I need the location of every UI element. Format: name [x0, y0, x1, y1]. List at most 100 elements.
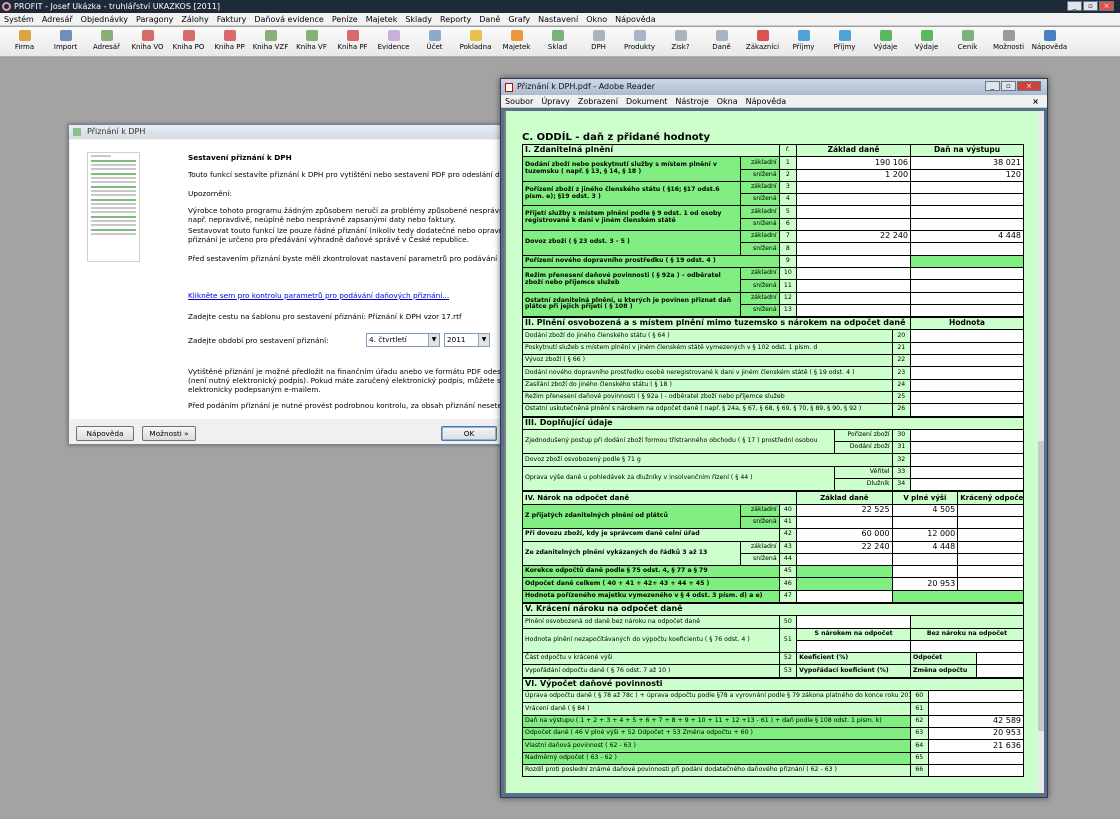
toolbar-button[interactable]: Majetek: [496, 27, 537, 56]
tax-value[interactable]: [910, 279, 1024, 293]
chevron-down-icon[interactable]: ▼: [478, 334, 489, 346]
row-34-value[interactable]: [910, 478, 1024, 492]
row-42-base[interactable]: 60 000: [796, 528, 893, 542]
tax-value[interactable]: [910, 266, 1024, 281]
tax-value[interactable]: [910, 205, 1024, 219]
toolbar-button[interactable]: Import: [45, 27, 86, 56]
menu-item[interactable]: Systém: [0, 13, 38, 26]
row-value[interactable]: [910, 329, 1024, 343]
toolbar-button[interactable]: Evidence: [373, 27, 414, 56]
toolbar-button[interactable]: Příjmy: [783, 27, 824, 56]
toolbar-button[interactable]: Ceník: [947, 27, 988, 56]
menu-item[interactable]: Zálohy: [177, 13, 212, 26]
document-viewport[interactable]: C. ODDÍL - daň z přidané hodnoty I. Zdan…: [504, 111, 1040, 793]
row-43-reduced[interactable]: [957, 540, 1024, 554]
restore-icon[interactable]: ▫: [1083, 1, 1098, 11]
menu-item[interactable]: Grafy: [504, 13, 534, 26]
toolbar-button[interactable]: Příjmy: [824, 27, 865, 56]
base-value[interactable]: 190 106: [796, 156, 912, 170]
row-32-value[interactable]: [910, 453, 1024, 467]
reader-menu-item[interactable]: Okna: [713, 97, 742, 106]
toolbar-button[interactable]: Výdaje: [865, 27, 906, 56]
row-53-value[interactable]: [975, 664, 1025, 678]
base-value[interactable]: [796, 193, 912, 207]
restore-icon[interactable]: ▫: [1001, 81, 1016, 91]
row-33-value[interactable]: [910, 465, 1024, 480]
tax-value[interactable]: [910, 291, 1024, 305]
toolbar-button[interactable]: Nápověda: [1029, 27, 1070, 56]
row-value[interactable]: 21 636: [927, 739, 1024, 753]
options-button[interactable]: Možnosti »: [142, 426, 196, 441]
row-44-reduced[interactable]: [957, 552, 1024, 567]
reader-menu-item[interactable]: Soubor: [501, 97, 537, 106]
row-value[interactable]: [927, 763, 1024, 778]
toolbar-button[interactable]: Možnosti: [988, 27, 1029, 56]
reader-menu-item[interactable]: Nástroje: [671, 97, 712, 106]
tax-value[interactable]: [910, 242, 1024, 256]
row-40-reduced[interactable]: [957, 503, 1024, 517]
row-41-base[interactable]: [796, 515, 893, 530]
parameters-link[interactable]: Klikněte sem pro kontrolu parametrů pro …: [188, 291, 506, 300]
row-42-reduced[interactable]: [957, 528, 1024, 542]
row-42-full[interactable]: 12 000: [891, 528, 959, 542]
reader-menu-item[interactable]: Úpravy: [537, 97, 574, 106]
scrollbar-thumb[interactable]: [1038, 441, 1044, 731]
row-value[interactable]: [927, 702, 1024, 716]
menu-item[interactable]: Majetek: [362, 13, 402, 26]
row-44-full[interactable]: [891, 552, 959, 567]
row-51-value-b[interactable]: [910, 639, 1024, 654]
ok-button[interactable]: OK: [441, 426, 497, 441]
base-value[interactable]: [796, 254, 912, 268]
menu-item[interactable]: Sklady: [401, 13, 436, 26]
toolbar-button[interactable]: Zisk?: [660, 27, 701, 56]
row-45-full[interactable]: [891, 565, 959, 579]
base-value[interactable]: [796, 205, 912, 219]
menu-item[interactable]: Objednávky: [77, 13, 132, 26]
toolbar-button[interactable]: Kniha PF: [332, 27, 373, 56]
menu-item[interactable]: Nastavení: [534, 13, 582, 26]
close-document-icon[interactable]: ×: [1028, 95, 1043, 108]
tax-value[interactable]: 120: [910, 168, 1024, 182]
row-44-base[interactable]: [796, 552, 893, 567]
row-40-full[interactable]: 4 505: [891, 503, 959, 517]
row-43-base[interactable]: 22 240: [796, 540, 893, 554]
menu-item[interactable]: Paragony: [132, 13, 177, 26]
tax-value[interactable]: 38 021: [910, 156, 1024, 170]
toolbar-button[interactable]: DPH: [578, 27, 619, 56]
row-43-full[interactable]: 4 448: [891, 540, 959, 554]
row-31-value[interactable]: [910, 441, 1024, 455]
row-45-reduced[interactable]: [957, 565, 1024, 579]
base-value[interactable]: [796, 303, 912, 318]
row-41-full[interactable]: [891, 515, 959, 530]
toolbar-button[interactable]: Kniha PO: [168, 27, 209, 56]
row-50-value[interactable]: [796, 615, 912, 629]
base-value[interactable]: [796, 180, 912, 195]
reader-menu-item[interactable]: Nápověda: [742, 97, 791, 106]
toolbar-button[interactable]: Pokladna: [455, 27, 496, 56]
minimize-icon[interactable]: _: [985, 81, 1000, 91]
tax-value[interactable]: [910, 217, 1024, 232]
reader-menu-item[interactable]: Zobrazení: [574, 97, 622, 106]
row-value[interactable]: [927, 690, 1024, 704]
row-value[interactable]: [910, 366, 1024, 380]
base-value[interactable]: [796, 279, 912, 293]
tax-value[interactable]: [910, 193, 1024, 207]
row-value[interactable]: [910, 378, 1024, 392]
menu-item[interactable]: Okno: [582, 13, 611, 26]
menu-item[interactable]: Faktury: [213, 13, 251, 26]
tax-value[interactable]: [910, 180, 1024, 195]
row-51-value-a[interactable]: [796, 639, 912, 654]
toolbar-button[interactable]: Sklad: [537, 27, 578, 56]
row-47-base[interactable]: [796, 589, 893, 603]
toolbar-button[interactable]: Firma: [4, 27, 45, 56]
toolbar-button[interactable]: Produkty: [619, 27, 660, 56]
toolbar-button[interactable]: Účet: [414, 27, 455, 56]
row-value[interactable]: [910, 354, 1024, 368]
row-value[interactable]: 20 953: [927, 726, 1024, 741]
minimize-icon[interactable]: _: [1067, 1, 1082, 11]
row-value[interactable]: [910, 403, 1024, 417]
row-value[interactable]: [910, 390, 1024, 405]
help-button[interactable]: Nápověda: [76, 426, 134, 441]
menu-item[interactable]: Reporty: [436, 13, 475, 26]
toolbar-button[interactable]: Výdaje: [906, 27, 947, 56]
